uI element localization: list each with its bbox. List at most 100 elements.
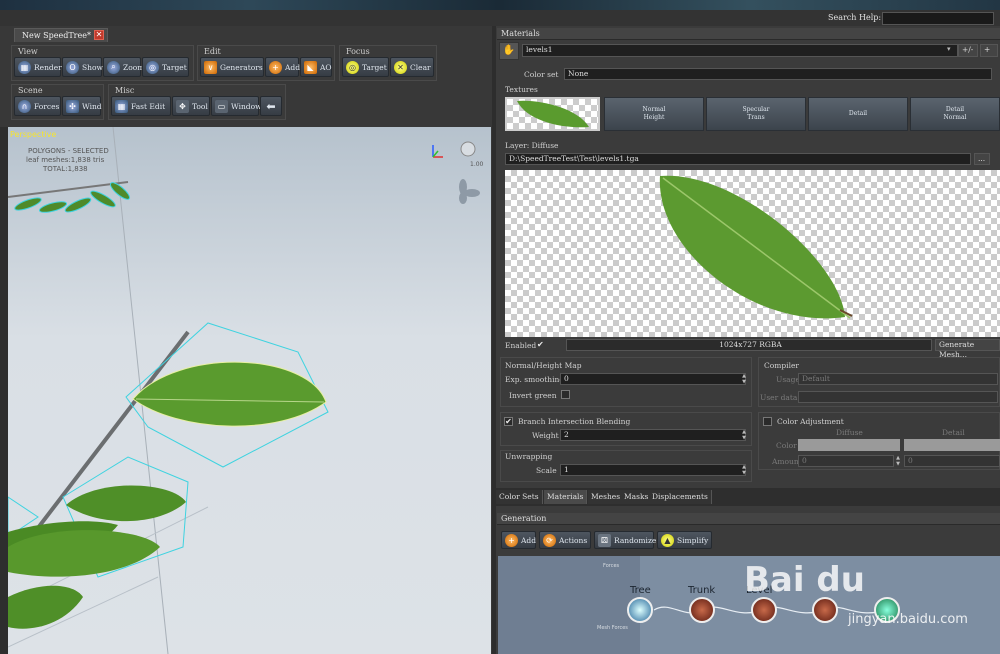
hand-icon[interactable]: ✋ [499, 42, 519, 60]
mesh-forces-node-label: Mesh Forces [597, 625, 628, 631]
simplify-button[interactable]: ▲ Simplify [657, 531, 712, 549]
color-adjustment-checkbox[interactable] [763, 417, 772, 426]
tab-masks[interactable]: Masks [621, 490, 653, 504]
actions-button[interactable]: ⟳ Actions [539, 531, 591, 549]
user-data-field[interactable] [798, 391, 998, 403]
trunk-node-label: Trunk [688, 585, 716, 596]
magnet-icon: ∩ [18, 99, 31, 113]
viewport-mode-label[interactable]: Perspective [10, 130, 56, 139]
branch-blending-checkbox[interactable]: ✔ [504, 417, 513, 426]
smoothing-spinner[interactable]: ▲ ▼ [740, 373, 748, 385]
branch-node[interactable] [812, 597, 838, 623]
target-icon: ◎ [346, 60, 359, 74]
amount-diffuse-spinner[interactable]: ▲ ▼ [894, 455, 902, 467]
generators-button[interactable]: ∨ Generators [200, 57, 264, 77]
invert-green-checkbox[interactable] [561, 390, 570, 399]
diffuse-color-swatch[interactable] [798, 439, 900, 451]
tab-color-sets[interactable]: Color Sets [496, 490, 543, 504]
specular-trans-slot[interactable]: Specular Trans [706, 97, 806, 131]
amount-detail-input[interactable]: 0 [904, 455, 1000, 467]
view-target-button[interactable]: ◎ Target [142, 57, 189, 77]
generation-side-area [498, 556, 640, 654]
window-button[interactable]: ▭ Window [211, 96, 262, 116]
light-icon[interactable] [460, 141, 476, 157]
baidu-watermark-logo: Bai du [744, 560, 865, 600]
grid-icon: ▦ [115, 99, 128, 113]
tool-label: Tool [192, 101, 208, 111]
level-node[interactable] [751, 597, 777, 623]
forces-node-label: Forces [603, 563, 620, 569]
tab-materials[interactable]: Materials [544, 490, 588, 504]
material-add-remove-button[interactable]: +/- [958, 44, 978, 57]
move-icon: ✥ [176, 99, 189, 113]
generation-add-label: Add [521, 535, 537, 545]
wind-label: Wind [82, 101, 102, 111]
amount-diffuse-input[interactable]: 0 [798, 455, 894, 467]
browse-button[interactable]: ... [974, 153, 990, 165]
zoom-icon: ⌕ [107, 60, 120, 74]
material-select[interactable]: levels1 [522, 44, 958, 57]
slot-label: Detail [848, 110, 868, 117]
branch-blending-title: Branch Intersection Blending [518, 417, 631, 426]
axis-gizmo [432, 145, 443, 158]
wind-fan-icon[interactable] [459, 179, 480, 204]
ao-button[interactable]: ◣ AO [300, 57, 332, 77]
forces-button[interactable]: ∩ Forces [14, 96, 61, 116]
tab-displacements[interactable]: Displacements [649, 490, 712, 504]
leaf-cluster-top [14, 182, 131, 213]
smoothing-label: Exp. smoothing [505, 375, 565, 384]
tree-node[interactable] [627, 597, 653, 623]
leaf-meshes-stat: leaf meshes:1,838 tris [26, 156, 105, 164]
materials-panel-header: Materials [497, 28, 1000, 40]
scale-label: Scale [536, 466, 557, 475]
enabled-checkbox[interactable]: ✔ [537, 340, 544, 349]
smoothing-input[interactable]: 0 [560, 373, 746, 385]
close-icon[interactable]: ✕ [94, 30, 104, 40]
leaf-preview-image [659, 175, 853, 319]
wind-button[interactable]: ✣ Wind [62, 96, 102, 116]
clear-button[interactable]: ✕ Clear [390, 57, 434, 77]
tab-meshes[interactable]: Meshes [588, 490, 625, 504]
usage-select[interactable]: Default [798, 373, 998, 385]
scale-input[interactable]: 1 [560, 464, 746, 476]
generation-add-button[interactable]: + Add [501, 531, 536, 549]
viewport-gutter [0, 127, 8, 654]
slot-label: Specular Trans [742, 106, 770, 121]
3d-viewport[interactable] [8, 127, 491, 654]
color-set-select[interactable]: None [564, 68, 992, 80]
plus-icon: + [505, 533, 518, 547]
polygons-stat: POLYGONS - SELECTED [28, 147, 109, 155]
randomize-button[interactable]: ⚄ Randomize [594, 531, 656, 549]
group-label-misc: Misc [115, 86, 135, 95]
show-button[interactable]: O Show [62, 57, 103, 77]
target-icon: ◎ [146, 60, 159, 74]
add-material-button[interactable]: + [980, 44, 998, 57]
detail-slot[interactable]: Detail [808, 97, 908, 131]
color-set-label: Color set [524, 70, 559, 79]
normal-height-slot[interactable]: Normal Height [604, 97, 704, 131]
group-label-scene: Scene [18, 86, 43, 95]
weight-spinner[interactable]: ▲ ▼ [740, 429, 748, 441]
search-input[interactable] [882, 12, 994, 25]
tool-button[interactable]: ✥ Tool [172, 96, 210, 116]
weight-input[interactable]: 2 [560, 429, 746, 441]
fast-edit-label: Fast Edit [131, 101, 166, 111]
add-button[interactable]: + Add [265, 57, 300, 77]
back-button[interactable]: ⬅ [260, 96, 282, 116]
scale-spinner[interactable]: ▲ ▼ [740, 464, 748, 476]
chevron-down-icon: ▾ [947, 45, 951, 53]
trunk-node[interactable] [689, 597, 715, 623]
render-button[interactable]: ▦ Render [14, 57, 62, 77]
group-label-edit: Edit [204, 47, 221, 56]
diffuse-texture-slot[interactable] [505, 97, 600, 131]
generate-mesh-button[interactable]: Generate Mesh... [935, 339, 1000, 359]
title-strip [0, 0, 1000, 10]
zoom-button[interactable]: ⌕ Zoom [103, 57, 144, 77]
focus-target-button[interactable]: ◎ Target [342, 57, 389, 77]
texture-path-field[interactable]: D:\SpeedTreeTest\Test\levels1.tga [505, 153, 971, 165]
detail-normal-slot[interactable]: Detail Normal [910, 97, 1000, 131]
group-label-view: View [18, 47, 38, 56]
detail-header: Detail [942, 428, 965, 437]
detail-color-swatch[interactable] [904, 439, 1000, 451]
fast-edit-button[interactable]: ▦ Fast Edit [111, 96, 171, 116]
